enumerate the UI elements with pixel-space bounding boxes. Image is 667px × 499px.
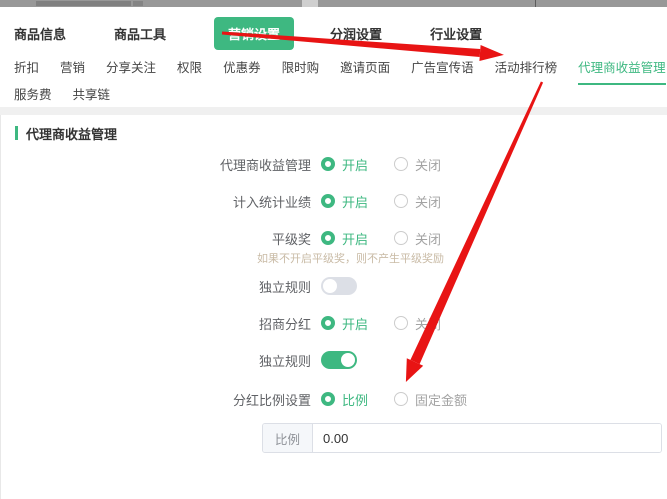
sub-tab-bar-row2: 服务费 共享链 bbox=[14, 84, 653, 108]
subtab-invite-page[interactable]: 邀请页面 bbox=[340, 57, 390, 85]
radio-option-off[interactable]: 关闭 bbox=[394, 192, 441, 211]
radio-checked-icon[interactable] bbox=[321, 231, 335, 245]
subtab-permission[interactable]: 权限 bbox=[177, 57, 202, 85]
main-tab-bar: 商品信息 商品工具 营销设置 分润设置 行业设置 bbox=[14, 18, 653, 48]
radio-unchecked-icon[interactable] bbox=[394, 157, 408, 171]
dimmed-fragment bbox=[36, 1, 131, 6]
tab-industry-settings[interactable]: 行业设置 bbox=[430, 24, 482, 43]
dimmed-background-strip bbox=[0, 0, 667, 7]
agent-revenue-form: 代理商收益管理 开启 关闭 计入统计业绩 开启 bbox=[15, 153, 667, 453]
radio-unchecked-icon[interactable] bbox=[394, 194, 408, 208]
ratio-input-group: 比例 bbox=[262, 423, 662, 453]
subtab-discount[interactable]: 折扣 bbox=[14, 57, 39, 85]
radio-unchecked-icon[interactable] bbox=[394, 392, 408, 406]
ratio-input-row: 比例 bbox=[262, 423, 662, 453]
radio-group-dividend-ratio: 比例 固定金额 bbox=[321, 390, 493, 409]
dimmed-fragment bbox=[535, 0, 536, 7]
form-row-recruit-dividend: 招商分红 开启 关闭 bbox=[15, 312, 667, 334]
subtab-activity-ranking[interactable]: 活动排行榜 bbox=[495, 57, 558, 85]
sub-tab-bar: 折扣 营销 分享关注 权限 优惠券 限时购 邀请页面 广告宣传语 活动排行榜 代… bbox=[14, 57, 653, 84]
independent-rule-toggle-on[interactable] bbox=[321, 351, 357, 369]
form-row-dividend-ratio-setting: 分红比例设置 比例 固定金额 bbox=[15, 388, 667, 410]
radio-option-off[interactable]: 关闭 bbox=[394, 314, 441, 333]
subtab-flash-sale[interactable]: 限时购 bbox=[282, 57, 320, 85]
toggle-knob bbox=[323, 279, 337, 293]
subtab-ad-slogan[interactable]: 广告宣传语 bbox=[411, 57, 474, 85]
field-label: 计入统计业绩 bbox=[15, 192, 311, 211]
radio-option-on[interactable]: 开启 bbox=[321, 192, 368, 211]
section-title-bar bbox=[15, 126, 18, 140]
tab-product-info[interactable]: 商品信息 bbox=[14, 24, 66, 43]
field-label: 平级奖 bbox=[15, 229, 311, 248]
tab-profit-settings[interactable]: 分润设置 bbox=[330, 24, 382, 43]
tab-product-tools[interactable]: 商品工具 bbox=[114, 24, 166, 43]
form-row-independent-rule-2: 独立规则 bbox=[15, 349, 667, 371]
radio-option-off[interactable]: 关闭 bbox=[394, 155, 441, 174]
form-row-agent-revenue: 代理商收益管理 开启 关闭 bbox=[15, 153, 667, 175]
radio-group-same-level-award: 开启 关闭 bbox=[321, 229, 467, 248]
section-title-text: 代理商收益管理 bbox=[26, 124, 117, 143]
field-label: 分红比例设置 bbox=[15, 390, 311, 409]
subtab-agent-revenue-active[interactable]: 代理商收益管理 bbox=[578, 57, 666, 85]
form-row-independent-rule-1: 独立规则 bbox=[15, 275, 667, 297]
radio-checked-icon[interactable] bbox=[321, 392, 335, 406]
radio-unchecked-icon[interactable] bbox=[394, 316, 408, 330]
tab-marketing-settings-active[interactable]: 营销设置 bbox=[214, 17, 294, 50]
radio-option-on[interactable]: 开启 bbox=[321, 314, 368, 333]
agent-revenue-panel: 代理商收益管理 代理商收益管理 开启 关闭 计入统计业绩 开启 bbox=[0, 115, 667, 499]
radio-option-on[interactable]: 开启 bbox=[321, 229, 368, 248]
subtab-coupon[interactable]: 优惠券 bbox=[223, 57, 261, 85]
radio-checked-icon[interactable] bbox=[321, 157, 335, 171]
radio-option-on[interactable]: 开启 bbox=[321, 155, 368, 174]
field-label: 独立规则 bbox=[15, 277, 311, 296]
radio-checked-icon[interactable] bbox=[321, 194, 335, 208]
field-label: 招商分红 bbox=[15, 314, 311, 333]
radio-unchecked-icon[interactable] bbox=[394, 231, 408, 245]
independent-rule-toggle-off[interactable] bbox=[321, 277, 357, 295]
radio-group-agent-revenue: 开启 关闭 bbox=[321, 155, 467, 174]
section-title: 代理商收益管理 bbox=[15, 123, 667, 143]
ratio-input-prefix: 比例 bbox=[263, 424, 313, 452]
radio-option-ratio[interactable]: 比例 bbox=[321, 390, 368, 409]
radio-option-off[interactable]: 关闭 bbox=[394, 229, 441, 248]
form-row-same-level-award: 平级奖 开启 关闭 bbox=[15, 227, 667, 249]
subtab-service-fee[interactable]: 服务费 bbox=[14, 84, 52, 112]
same-level-award-hint: 如果不开启平级奖，则不产生平级奖励 bbox=[257, 250, 667, 262]
subtab-marketing[interactable]: 营销 bbox=[60, 57, 85, 85]
toggle-knob bbox=[341, 353, 355, 367]
radio-group-recruit-dividend: 开启 关闭 bbox=[321, 314, 467, 333]
ratio-input[interactable] bbox=[313, 424, 661, 452]
tabs-card: 商品信息 商品工具 营销设置 分润设置 行业设置 折扣 营销 分享关注 权限 优… bbox=[0, 7, 667, 107]
form-row-count-in-stats: 计入统计业绩 开启 关闭 bbox=[15, 190, 667, 212]
radio-group-count-in-stats: 开启 关闭 bbox=[321, 192, 467, 211]
field-label: 代理商收益管理 bbox=[15, 155, 311, 174]
dimmed-fragment bbox=[302, 0, 318, 7]
dimmed-fragment bbox=[133, 1, 143, 6]
radio-checked-icon[interactable] bbox=[321, 316, 335, 330]
subtab-shared-chain[interactable]: 共享链 bbox=[73, 84, 111, 112]
subtab-share-follow[interactable]: 分享关注 bbox=[106, 57, 156, 85]
radio-option-fixed-amount[interactable]: 固定金额 bbox=[394, 390, 467, 409]
field-label: 独立规则 bbox=[15, 351, 311, 370]
